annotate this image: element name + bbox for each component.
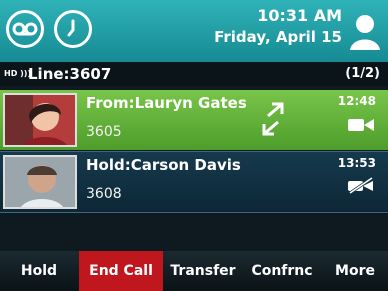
call-number: 3608	[86, 186, 122, 202]
video-camera-icon[interactable]	[348, 116, 374, 134]
hd-label: HD	[4, 69, 18, 78]
caller-photo-carson	[3, 155, 77, 209]
conference-softkey[interactable]: Confrnc	[243, 251, 321, 291]
status-bar: 10:31 AM Friday, April 15	[0, 0, 388, 62]
current-time: 10:31 AM	[257, 6, 342, 25]
user-icon[interactable]	[348, 12, 382, 52]
active-call-row[interactable]: From:Lauryn Gates 3605 12:48	[0, 90, 388, 150]
end-call-softkey[interactable]: End Call	[79, 251, 163, 291]
phone-screen: 10:31 AM Friday, April 15 HD ))) Line:36…	[0, 0, 388, 291]
clock-icon[interactable]	[54, 10, 92, 48]
call-count: (1/2)	[345, 66, 380, 81]
transfer-softkey[interactable]: Transfer	[164, 251, 242, 291]
call-number: 3605	[86, 124, 122, 140]
video-muted-icon[interactable]	[348, 176, 374, 195]
call-duration: 12:48	[337, 94, 376, 108]
swap-video-icon[interactable]	[258, 102, 288, 136]
current-date: Friday, April 15	[214, 28, 342, 46]
held-call-row[interactable]: Hold:Carson Davis 3608 13:53	[0, 151, 388, 213]
call-title: From:Lauryn Gates	[86, 94, 247, 112]
call-duration: 13:53	[337, 156, 376, 170]
line-label: Line:3607	[28, 65, 112, 83]
voicemail-icon[interactable]	[6, 10, 44, 48]
caller-photo-lauryn	[3, 93, 77, 147]
more-softkey[interactable]: More	[322, 251, 388, 291]
call-title: Hold:Carson Davis	[86, 156, 241, 174]
softkey-bar: Hold End Call Transfer Confrnc More	[0, 251, 388, 291]
line-info-bar: HD ))) Line:3607 (1/2)	[0, 62, 388, 86]
hold-softkey[interactable]: Hold	[0, 251, 78, 291]
